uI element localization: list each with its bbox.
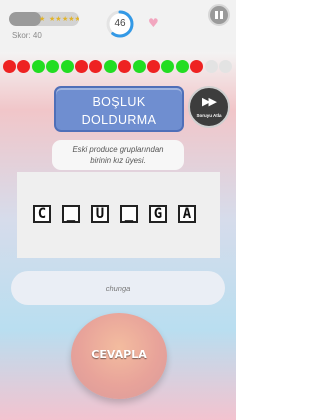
progress-dot-red — [17, 60, 31, 73]
star-2-icon: ★★ — [49, 15, 62, 23]
progress-dot-green — [60, 60, 74, 73]
fast-forward-icon: ▶▶ — [202, 95, 217, 108]
star-3-icon: ★★★ — [62, 15, 79, 23]
letter-tile: U — [91, 205, 109, 223]
pause-button[interactable] — [208, 4, 230, 26]
question-progress-dots — [3, 60, 235, 74]
progress-dot-green — [31, 60, 45, 73]
progress-dot-gray — [219, 60, 232, 73]
progress-dot-red — [3, 60, 16, 73]
progress-dot-green — [132, 60, 146, 73]
hint-line-1: Eski produce gruplarından — [72, 145, 164, 154]
heart-icon[interactable]: ♥ — [148, 17, 159, 29]
star-1-icon: ★ — [39, 15, 46, 23]
stars-progress-fill — [9, 12, 41, 26]
progress-dot-red — [89, 60, 103, 73]
stars-progress-bar: ★ ★★ ★★★ — [9, 12, 79, 26]
skip-question-button[interactable]: ▶▶ Soruyu Atla — [188, 86, 230, 128]
letter-tile: G — [149, 205, 167, 223]
category-line-1: BOŞLUK — [92, 95, 146, 109]
category-line-2: DOLDURMA — [81, 113, 157, 127]
answer-input[interactable] — [11, 271, 225, 305]
score-label: Skor: 40 — [12, 31, 42, 40]
top-bar: ★ ★★ ★★★ Skor: 40 46 ♥ — [0, 0, 236, 52]
progress-dot-green — [175, 60, 189, 73]
letter-tile: _ — [62, 205, 80, 223]
progress-dot-gray — [204, 60, 218, 73]
progress-dot-green — [161, 60, 175, 73]
progress-dot-red — [75, 60, 88, 73]
letter-tile: _ — [120, 205, 138, 223]
skip-question-label: Soruyu Atla — [196, 113, 222, 118]
word-board: C _ U _ G A — [17, 172, 220, 258]
game-screen: ★ ★★ ★★★ Skor: 40 46 ♥ BOŞLUK DOLDURMA ▶… — [0, 0, 236, 420]
submit-answer-button[interactable]: CEVAPLA — [71, 313, 167, 399]
letter-tile: A — [178, 205, 196, 223]
category-banner: BOŞLUK DOLDURMA — [54, 86, 184, 132]
progress-dot-red — [190, 60, 204, 73]
letter-tile: C — [33, 205, 51, 223]
progress-dot-red — [118, 60, 132, 73]
submit-answer-label: CEVAPLA — [91, 348, 147, 361]
hint-box: Eski produce gruplarından birinin kız üy… — [52, 140, 184, 170]
progress-dot-red — [147, 60, 160, 73]
progress-dot-green — [46, 60, 60, 73]
hint-line-2: birinin kız üyesi. — [90, 156, 146, 165]
progress-dot-green — [103, 60, 117, 73]
timer-value: 46 — [114, 18, 126, 29]
